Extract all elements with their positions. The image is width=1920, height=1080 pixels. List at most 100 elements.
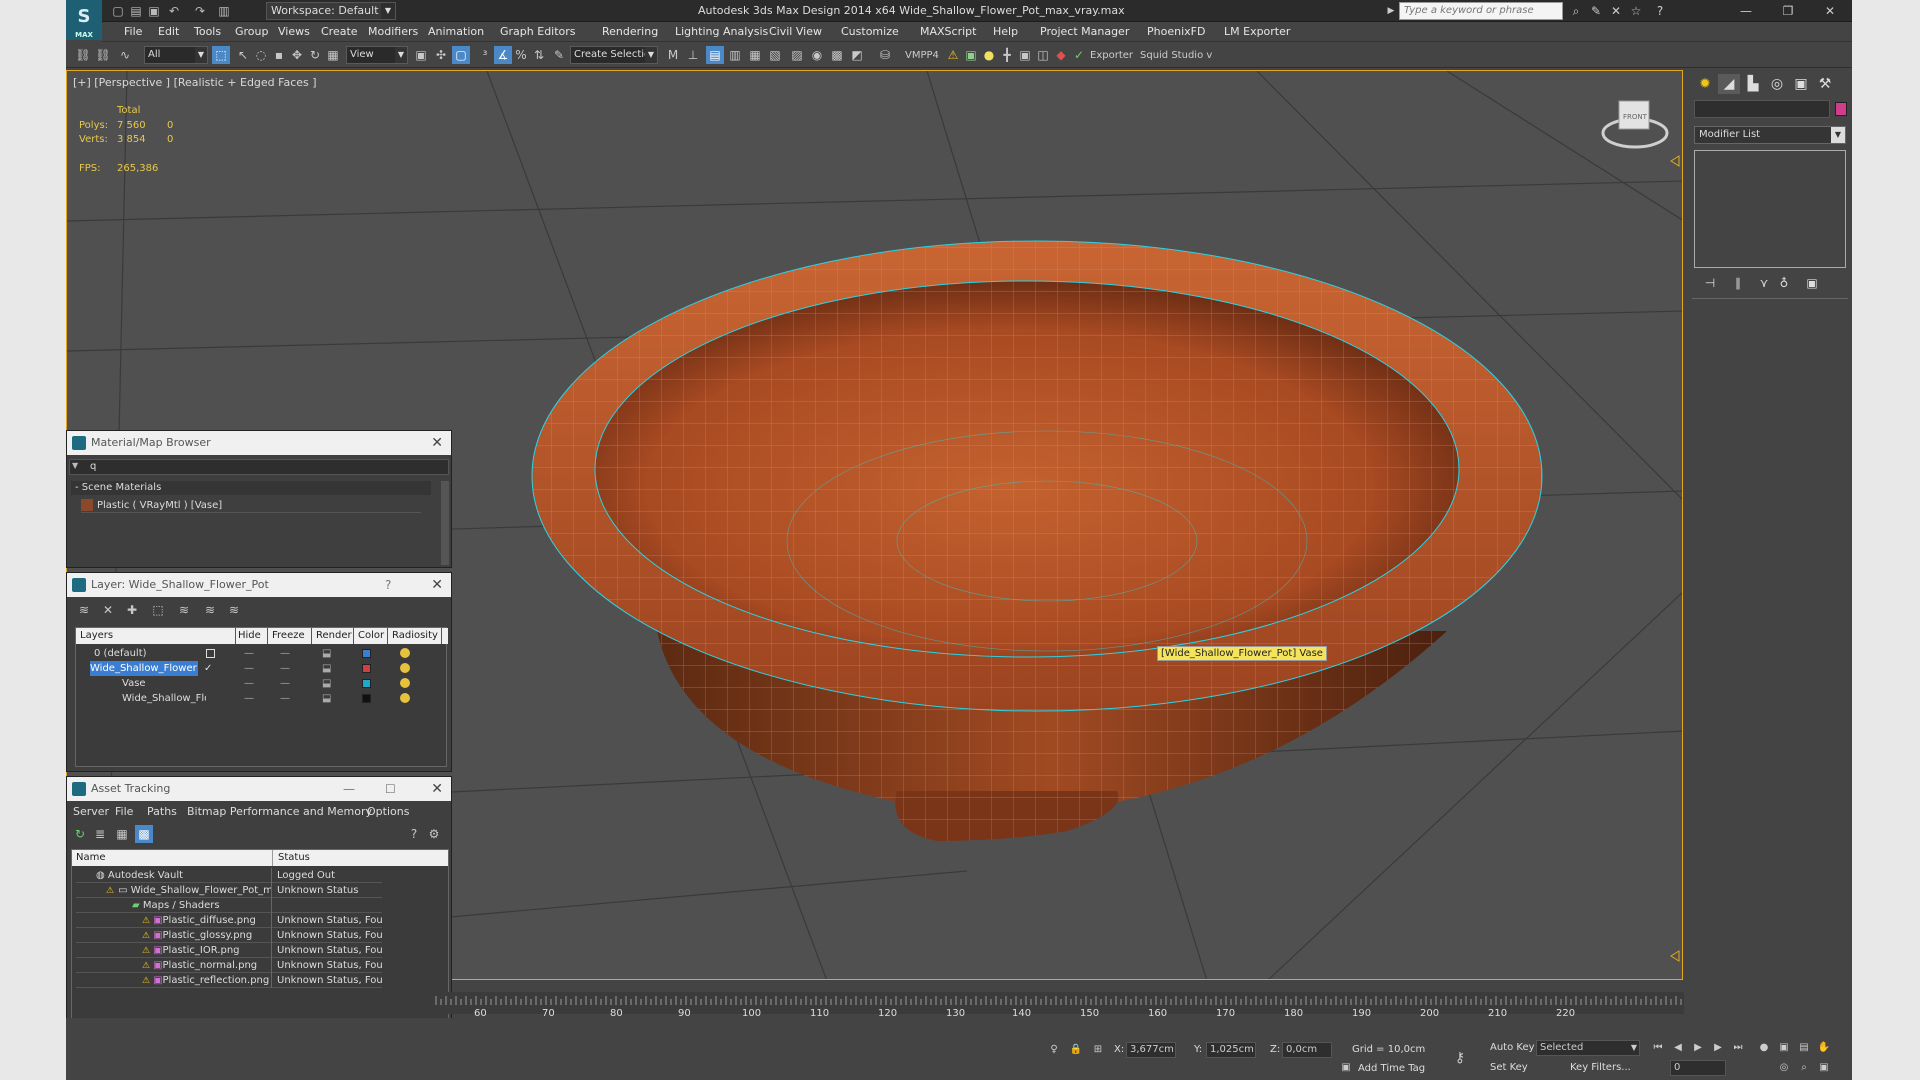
key-icon[interactable]: ⚷ [1452,1050,1468,1066]
select-in-layer-icon[interactable]: ⬚ [149,601,167,619]
unlink-icon[interactable]: ⛓ [94,46,112,64]
reference-coordinate-dropdown[interactable]: View ▼ [346,46,408,64]
pin-stack-icon[interactable]: ⊣ [1700,276,1720,292]
menu-file[interactable]: File [124,25,142,38]
layer-manager-titlebar[interactable]: Layer: Wide_Shallow_Flower_Pot? ✕ [67,573,451,597]
timeline-track[interactable]: 60 70 80 90 100 110 120 130 140 150 160 … [434,992,1684,1019]
align-icon[interactable]: ⊥ [684,46,702,64]
auto-key-button[interactable]: Auto Key [1490,1042,1535,1053]
go-to-start-icon[interactable]: ⏮ [1650,1040,1666,1056]
select-scale-icon[interactable]: ▦ [324,46,342,64]
asset-menu-paths[interactable]: Paths [147,805,177,818]
menu-help[interactable]: Help [993,25,1018,38]
freeze-toggle[interactable]: — [280,646,290,661]
radiosity-icon[interactable] [400,648,410,658]
mirror-icon[interactable]: M [664,46,682,64]
menu-edit[interactable]: Edit [158,25,179,38]
close-button[interactable]: ✕ [1812,0,1848,22]
viewcube[interactable]: FRONT [1601,100,1669,149]
render-iterative-icon[interactable]: ◫ [1034,46,1052,64]
selection-region-icon[interactable]: ◌ [252,46,270,64]
rendered-frame-icon[interactable]: ◩ [848,46,866,64]
asset-row-vault[interactable]: ◍ Autodesk Vault Logged Out [76,868,382,883]
image-icon[interactable]: ▣ [962,46,980,64]
layer-manager-icon[interactable]: ▥ [726,46,744,64]
scene-explorer-icon[interactable]: ▤ [706,46,724,64]
add-to-layer-icon[interactable]: ✚ [123,601,141,619]
col-hide[interactable]: Hide [238,628,268,644]
communication-icon[interactable]: ✕ [1608,3,1624,19]
close-icon[interactable]: ✕ [431,573,443,597]
hide-toggle[interactable]: — [244,661,254,676]
menu-views[interactable]: Views [278,25,310,38]
subscription-icon[interactable]: ✎ [1588,3,1604,19]
open-file-icon[interactable]: ▤ [128,3,144,19]
named-selection-dropdown[interactable]: Create Selection Se▼ [570,46,658,64]
next-frame-icon[interactable]: ▶ [1710,1040,1726,1056]
render-toggle-icon[interactable]: ⬓ [322,691,331,706]
utilities-tab-icon[interactable]: ⚒ [1814,74,1836,94]
col-status[interactable]: Status [278,850,310,866]
play-icon[interactable]: ▶ [1690,1040,1706,1056]
delete-layer-icon[interactable]: ✕ [99,601,117,619]
restore-button[interactable]: ❐ [1770,0,1806,22]
go-to-end-icon[interactable]: ⏭ [1730,1040,1746,1056]
asset-row-ior[interactable]: ⚠▣Plastic_IOR.png Unknown Status, Found [76,943,382,958]
asset-row-maxfile[interactable]: ⚠▭ Wide_Shallow_Flower_Pot_max_vr... Unkn… [76,883,382,898]
layer-color-swatch[interactable] [362,679,371,688]
undo-icon[interactable]: ↶ [166,3,182,19]
highlight-layer-icon[interactable]: ≋ [175,601,193,619]
radiosity-icon[interactable] [400,663,410,673]
layer-row-default[interactable]: 0 (default) — — ⬓ [76,646,410,661]
freeze-toggle[interactable]: — [280,676,290,691]
viewport-label[interactable]: [+] [Perspective ] [Realistic + Edged Fa… [73,76,317,89]
freeze-toggle[interactable]: — [280,661,290,676]
schematic-view-icon[interactable]: ▨ [788,46,806,64]
previous-frame-icon[interactable]: ◀ [1670,1040,1686,1056]
motion-tab-icon[interactable]: ◎ [1766,74,1788,94]
zoom-extents-icon[interactable]: ▣ [1776,1040,1792,1056]
maximize-icon[interactable]: ☐ [385,777,396,801]
orbit-icon[interactable]: ◎ [1776,1060,1792,1076]
project-folder-icon[interactable]: ▥ [216,3,232,19]
refresh-icon[interactable]: ↻ [71,825,89,843]
modifier-stack[interactable] [1694,150,1846,268]
percent-snap-icon[interactable]: % [512,46,530,64]
layer-row-wide-shallow[interactable]: Wide_Shallow_Flower ✓ — — ⬓ [76,661,410,676]
render-toggle-icon[interactable]: ⬓ [322,676,331,691]
active-layer-checkbox[interactable] [206,649,215,658]
workspace-dropdown[interactable]: Workspace: Default ▼ [266,2,396,20]
menu-modifiers[interactable]: Modifiers [368,25,418,38]
modifier-list-dropdown[interactable]: Modifier List ▼ [1694,126,1846,144]
add-time-tag-label[interactable]: Add Time Tag [1358,1063,1425,1074]
time-tag-icon[interactable]: ▣ [1338,1060,1354,1076]
menu-tools[interactable]: Tools [194,25,221,38]
minimize-button[interactable]: — [1728,0,1764,22]
redo-icon[interactable]: ↷ [192,3,208,19]
menu-animation[interactable]: Animation [428,25,484,38]
scene-materials-group[interactable]: - Scene Materials [71,481,431,495]
key-filters-button[interactable]: Key Filters... [1570,1062,1631,1073]
render-production-icon[interactable]: ⛁ [876,46,894,64]
layer-row-vase[interactable]: Vase — — ⬓ [76,676,410,691]
hierarchy-tab-icon[interactable]: ▙ [1742,74,1764,94]
asset-tracking-titlebar[interactable]: Asset Tracking — ☐ ✕ [67,777,451,801]
set-key-button[interactable]: Set Key [1490,1062,1528,1073]
material-browser-titlebar[interactable]: Material/Map Browser ✕ [67,431,451,455]
asset-menu-file[interactable]: File [115,805,133,818]
menu-lm-exporter[interactable]: LM Exporter [1224,25,1290,38]
angle-snap-icon[interactable]: ∡ [494,46,512,64]
freeze-all-layers-icon[interactable]: ≋ [225,601,243,619]
select-move-icon[interactable]: ✥ [288,46,306,64]
material-search-input[interactable]: ▼ q [69,459,449,475]
help-icon[interactable]: ? [1652,3,1668,19]
render-toggle-icon[interactable]: ⬓ [322,646,331,661]
keyboard-shortcut-icon[interactable]: ▢ [452,46,470,64]
bind-spacewarp-icon[interactable]: ∿ [116,46,134,64]
app-logo[interactable]: S MAX [66,0,102,40]
freeze-toggle[interactable]: — [280,691,290,706]
exporter-label[interactable]: Exporter [1090,50,1133,61]
help-icon[interactable]: ? [385,573,391,597]
search-input[interactable]: Type a keyword or phrase [1399,2,1563,20]
hide-toggle[interactable]: — [244,646,254,661]
